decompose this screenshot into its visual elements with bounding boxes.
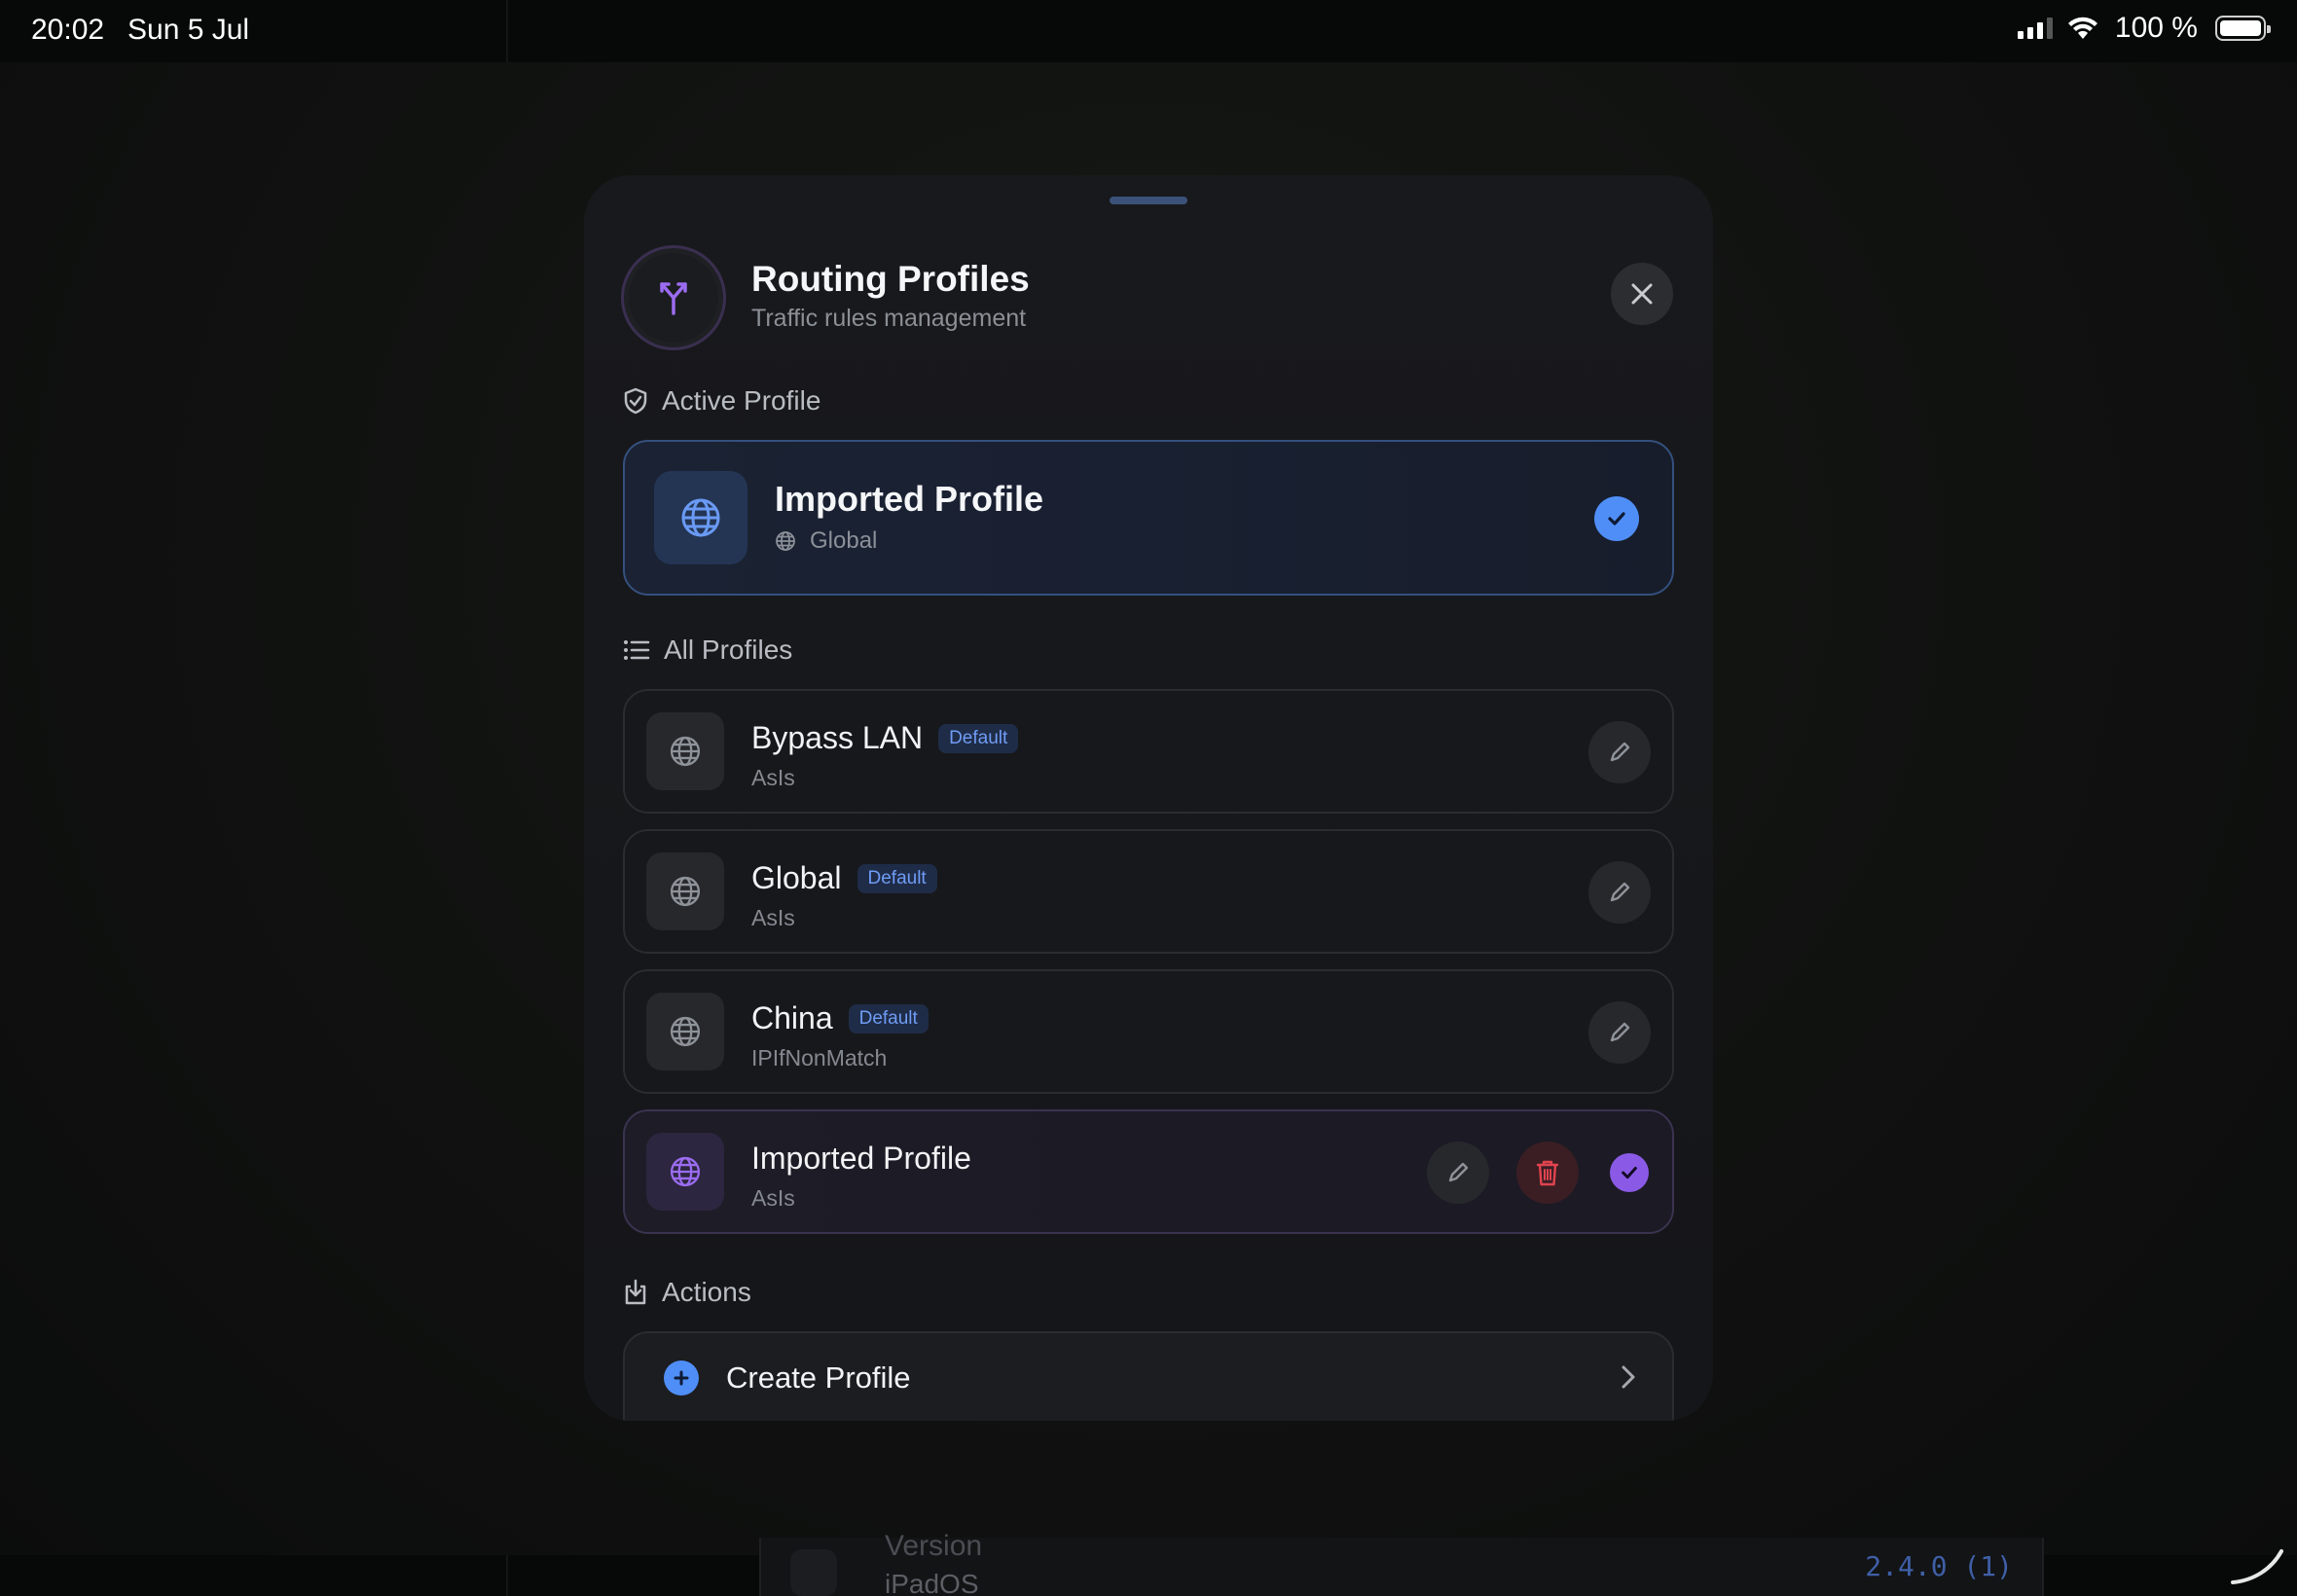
active-profile-mode-row: Global xyxy=(775,527,877,555)
edit-profile-button[interactable] xyxy=(1427,1142,1489,1204)
create-profile-label: Create Profile xyxy=(726,1360,911,1395)
chevron-right-icon xyxy=(1622,1365,1635,1389)
battery-percent: 100 % xyxy=(2114,12,2198,44)
profile-icon-container xyxy=(646,852,724,930)
edit-profile-button[interactable] xyxy=(1588,721,1651,783)
background-version-label: Version xyxy=(885,1530,983,1562)
import-icon xyxy=(625,1279,646,1305)
profile-strategy: AsIs xyxy=(751,905,795,930)
status-date: Sun 5 Jul xyxy=(128,14,250,46)
profile-name: Global xyxy=(751,860,842,895)
actions-label: Actions xyxy=(662,1277,751,1307)
profile-name-row: Imported Profile xyxy=(751,1141,971,1177)
all-profiles-section-label: All Profiles xyxy=(623,635,792,666)
profile-row[interactable]: Bypass LAN Default AsIs xyxy=(623,689,1674,814)
delete-profile-button[interactable] xyxy=(1516,1142,1579,1204)
background-os-label: iPadOS xyxy=(885,1569,979,1596)
trash-icon xyxy=(1536,1160,1559,1186)
scribble-indicator-icon xyxy=(2231,1549,2283,1584)
profile-icon-container xyxy=(646,712,724,790)
active-profile-label: Active Profile xyxy=(662,385,821,416)
active-profile-check xyxy=(1594,496,1639,541)
plus-circle-icon xyxy=(664,1360,699,1396)
checkmark-icon xyxy=(1608,512,1625,526)
profile-strategy: IPIfNonMatch xyxy=(751,1045,888,1070)
active-profile-card[interactable]: Imported Profile Global xyxy=(623,440,1674,596)
profile-strategy: AsIs xyxy=(751,1185,795,1211)
wifi-icon xyxy=(2067,17,2097,39)
default-badge: Default xyxy=(938,723,1019,753)
status-time: 20:02 xyxy=(31,14,105,46)
sheet-grabber[interactable] xyxy=(1110,197,1187,204)
default-badge: Default xyxy=(848,1003,929,1034)
pencil-icon xyxy=(1448,1162,1469,1182)
profile-strategy: AsIs xyxy=(751,765,795,790)
default-badge: Default xyxy=(857,863,937,893)
active-profile-icon-container xyxy=(654,471,747,564)
background-version-value: 2.4.0 (1) xyxy=(1865,1550,2013,1582)
profile-icon-container xyxy=(646,1133,724,1211)
globe-icon xyxy=(670,736,701,767)
background-row-icon xyxy=(790,1549,837,1596)
checkmark-icon xyxy=(1622,1166,1637,1179)
globe-icon xyxy=(670,876,701,907)
battery-icon xyxy=(2215,16,2271,41)
status-divider xyxy=(506,0,508,62)
cellular-signal-icon xyxy=(2017,18,2053,39)
sheet-title: Routing Profiles xyxy=(751,259,1030,299)
routing-profiles-sheet: Routing Profiles Traffic rules managemen… xyxy=(584,175,1713,1421)
globe-icon xyxy=(681,498,720,537)
profile-row[interactable]: Global Default AsIs xyxy=(623,829,1674,954)
globe-icon xyxy=(776,531,795,551)
fork-route-icon xyxy=(660,282,687,315)
list-icon xyxy=(624,640,650,660)
sheet-subtitle: Traffic rules management xyxy=(751,305,1027,332)
status-bar: 20:02 Sun 5 Jul 100 % xyxy=(0,0,2297,62)
shield-check-icon xyxy=(624,387,647,415)
all-profiles-label: All Profiles xyxy=(664,635,793,665)
profile-row-selected[interactable]: Imported Profile AsIs xyxy=(623,1109,1674,1234)
pencil-icon xyxy=(1610,882,1630,902)
active-profile-mode: Global xyxy=(810,527,878,554)
create-profile-button[interactable]: Create Profile xyxy=(623,1331,1674,1421)
header-icon-container xyxy=(621,245,726,350)
profile-name: China xyxy=(751,1000,833,1035)
actions-section-label: Actions xyxy=(623,1277,751,1308)
profile-name: Imported Profile xyxy=(751,1141,971,1176)
profile-name: Bypass LAN xyxy=(751,720,924,755)
close-button[interactable] xyxy=(1611,263,1673,325)
active-profile-name: Imported Profile xyxy=(775,479,1044,519)
close-icon xyxy=(1631,283,1653,305)
profile-icon-container xyxy=(646,993,724,1070)
edit-profile-button[interactable] xyxy=(1588,1001,1651,1064)
profile-row[interactable]: China Default IPIfNonMatch xyxy=(623,969,1674,1094)
active-profile-section-label: Active Profile xyxy=(623,385,820,417)
globe-icon xyxy=(670,1016,701,1047)
background-divider xyxy=(506,1555,508,1596)
profile-name-row: China Default xyxy=(751,1000,929,1036)
profile-name-row: Bypass LAN Default xyxy=(751,720,1019,756)
edit-profile-button[interactable] xyxy=(1588,861,1651,924)
globe-icon xyxy=(670,1156,701,1187)
selected-profile-check[interactable] xyxy=(1610,1153,1649,1192)
status-indicators: 100 % xyxy=(2017,12,2271,45)
pencil-icon xyxy=(1610,1022,1630,1042)
profile-name-row: Global Default xyxy=(751,860,937,896)
pencil-icon xyxy=(1610,742,1630,762)
